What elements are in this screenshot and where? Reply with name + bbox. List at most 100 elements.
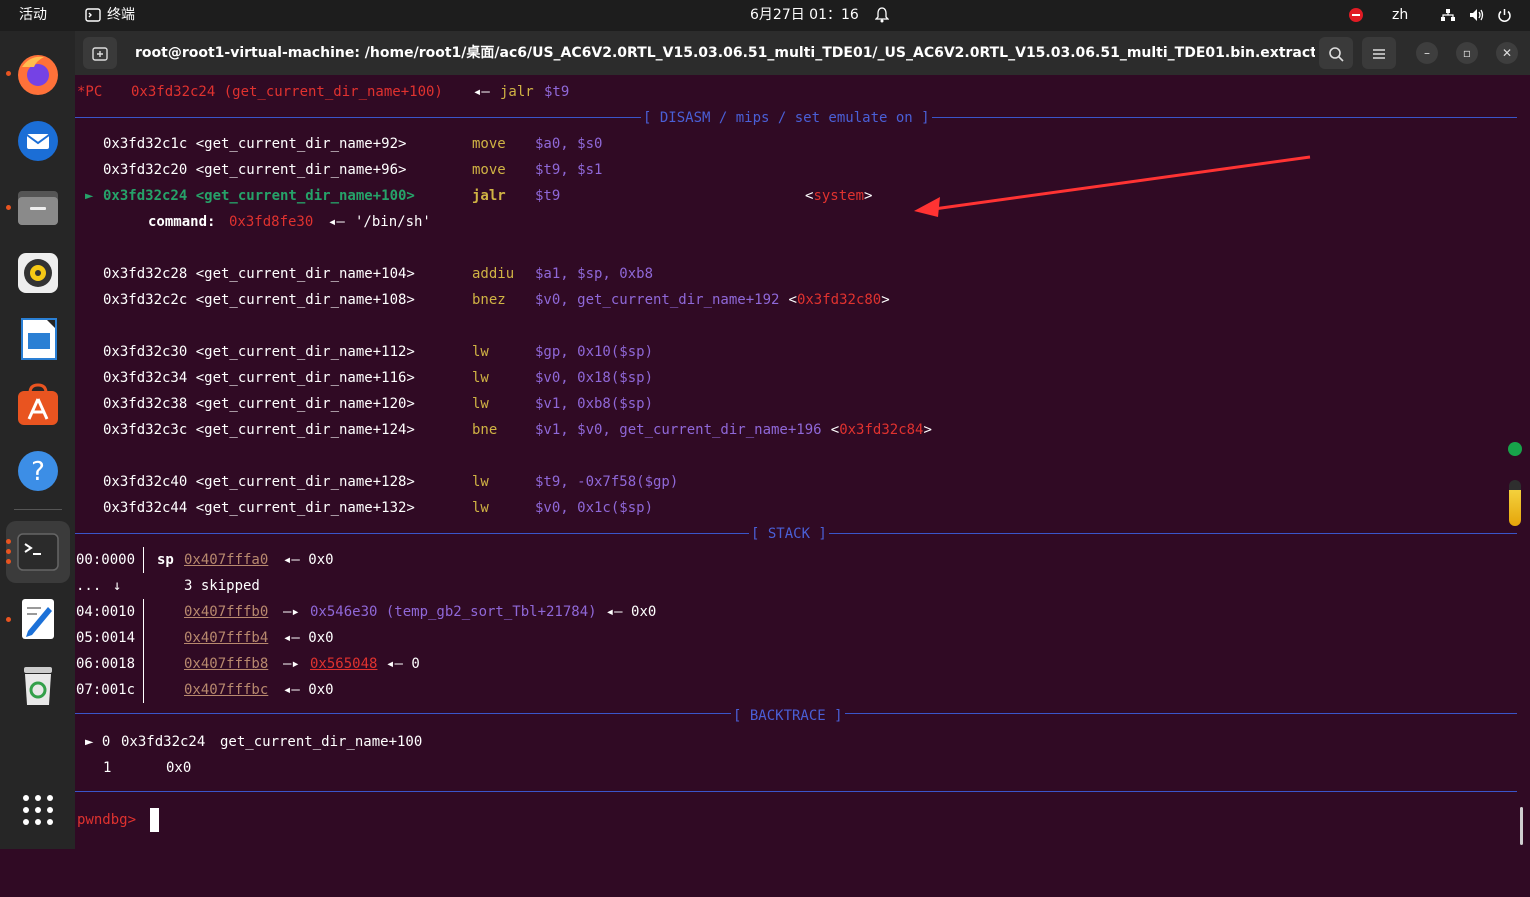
firefox-icon[interactable] [14,51,62,99]
pc-instr: jalr [500,84,534,100]
disasm-opcode: lw [472,344,489,360]
terminal-app-icon[interactable] [85,0,101,31]
minimize-button[interactable]: – [1416,42,1438,64]
help-icon[interactable]: ? [14,447,62,495]
backtrace-address: 0x3fd32c24 [121,734,206,750]
disasm-opcode: addiu [472,266,515,282]
stack-deref: 0x546e30 (temp_gb2_sort_Tbl+21784) [310,604,597,620]
disasm-address: 0x3fd32c44 <get_current_dir_name+132> [103,500,415,516]
pc-arg: $t9 [544,84,570,100]
stack-address: 0x407fffb0 [184,604,269,620]
window-title: root@root1-virtual-machine: /home/root1/… [135,45,1315,61]
scrollbar[interactable] [1520,807,1523,845]
disasm-opcode: lw [472,474,489,490]
stack-offset: 06:0018 [76,656,136,672]
pwndbg-prompt: pwndbg> [77,812,137,828]
disasm-opcode: lw [472,500,489,516]
power-icon[interactable] [1497,0,1512,31]
stack-skipped: 3 skipped [184,578,260,594]
clock[interactable]: 6月27日 01：16 [750,0,859,31]
current-instruction-marker-icon: ► [85,188,94,204]
prompt-line[interactable]: pwndbg> [77,808,159,832]
pc-label: *PC [77,84,103,100]
stack-title: [ STACK ] [749,523,829,545]
disasm-address: 0x3fd32c20 <get_current_dir_name+96> [103,162,407,178]
hamburger-menu-button[interactable] [1362,37,1396,69]
dock: ? [0,31,75,849]
disasm-title: [ DISASM / mips / set emulate on ] [641,107,932,129]
disasm-args: $a1, $sp, 0xb8 [535,266,654,282]
disasm-args: $v1, 0xb8($sp) [535,396,654,412]
disasm-opcode: lw [472,396,489,412]
pc-arrow: ◂— [473,84,490,100]
skip-down-arrow-icon: ↓ [113,578,122,594]
running-indicator [6,617,11,622]
app-center-icon[interactable] [14,381,62,429]
branch-target: <0x3fd32c80> [788,292,890,308]
disasm-opcode: jalr [472,188,506,204]
disasm-args: $t9, -0x7f58($gp) [535,474,679,490]
stack-value: ◂— 0x0 [283,552,334,568]
disasm-args: $v0, get_current_dir_name+192 [535,292,780,308]
dock-separator [14,509,62,510]
disasm-args: $v1, $v0, get_current_dir_name+196 [535,422,822,438]
network-icon[interactable] [1440,0,1456,31]
do-not-disturb-icon[interactable] [1348,0,1364,31]
stack-value: ◂— 0x0 [605,604,657,620]
disasm-address: 0x3fd32c30 <get_current_dir_name+112> [103,344,415,360]
disasm-address: 0x3fd32c38 <get_current_dir_name+120> [103,396,415,412]
bottom-separator [75,791,1517,792]
terminal-icon[interactable] [14,528,62,576]
deref-arrow: —▸ [283,656,300,672]
stack-register: sp [157,552,174,568]
stack-offset: 07:001c [76,682,136,698]
trash-icon[interactable] [14,661,62,709]
disasm-address: 0x3fd32c3c <get_current_dir_name+124> [103,422,415,438]
files-icon[interactable] [14,183,62,231]
stack-offset: 00:0000 [76,552,136,568]
stack-address: 0x407fffb4 [184,630,269,646]
notification-bell-icon[interactable] [874,0,890,31]
app-menu-label[interactable]: 终端 [107,0,135,31]
volume-icon[interactable] [1469,0,1485,31]
stack-offset: 05:0014 [76,630,136,646]
disasm-opcode: bnez [472,292,506,308]
rhythmbox-icon[interactable] [14,249,62,297]
activities-button[interactable]: 活动 [19,0,47,31]
disasm-args: $v0, 0x18($sp) [535,370,654,386]
pc-address: 0x3fd32c24 (get_current_dir_name+100) [131,84,443,100]
annotation-arrow [914,155,1311,217]
stack-offset: ... [76,578,102,594]
thunderbird-icon[interactable] [14,117,62,165]
search-button[interactable] [1319,37,1353,69]
libreoffice-impress-icon[interactable] [14,315,62,363]
command-label: command: [148,214,216,230]
new-tab-button[interactable] [83,37,117,69]
disasm-args: $gp, 0x10($sp) [535,344,654,360]
disasm-args: $v0, 0x1c($sp) [535,500,654,516]
running-indicator [6,539,11,544]
stack-column-divider [143,547,144,573]
running-indicator [6,71,11,76]
show-apps-grid-icon[interactable] [22,794,54,826]
maximize-button[interactable]: ▫ [1456,42,1478,64]
backtrace-address: 0x0 [166,760,192,776]
disasm-opcode: bne [472,422,498,438]
stack-column-divider [143,599,144,625]
stack-column-divider [143,651,144,677]
stack-value: ◂— 0 [386,656,420,672]
stack-column-divider [143,625,144,651]
stack-address: 0x407fffa0 [184,552,269,568]
disasm-opcode: move [472,162,506,178]
text-editor-icon[interactable] [14,595,62,643]
text-cursor [150,808,159,832]
call-target: <system> [805,188,873,204]
stack-offset: 04:0010 [76,604,136,620]
terminal-output[interactable]: *PC 0x3fd32c24 (get_current_dir_name+100… [75,75,1530,849]
close-button[interactable]: ✕ [1496,42,1518,64]
stack-deref: 0x565048 [310,656,378,672]
disasm-args: $t9, $s1 [535,162,603,178]
backtrace-frame-index: 1 [103,760,112,776]
input-method-indicator[interactable]: zh [1392,0,1408,31]
pc-line: *PC 0x3fd32c24 (get_current_dir_name+100… [77,81,569,103]
